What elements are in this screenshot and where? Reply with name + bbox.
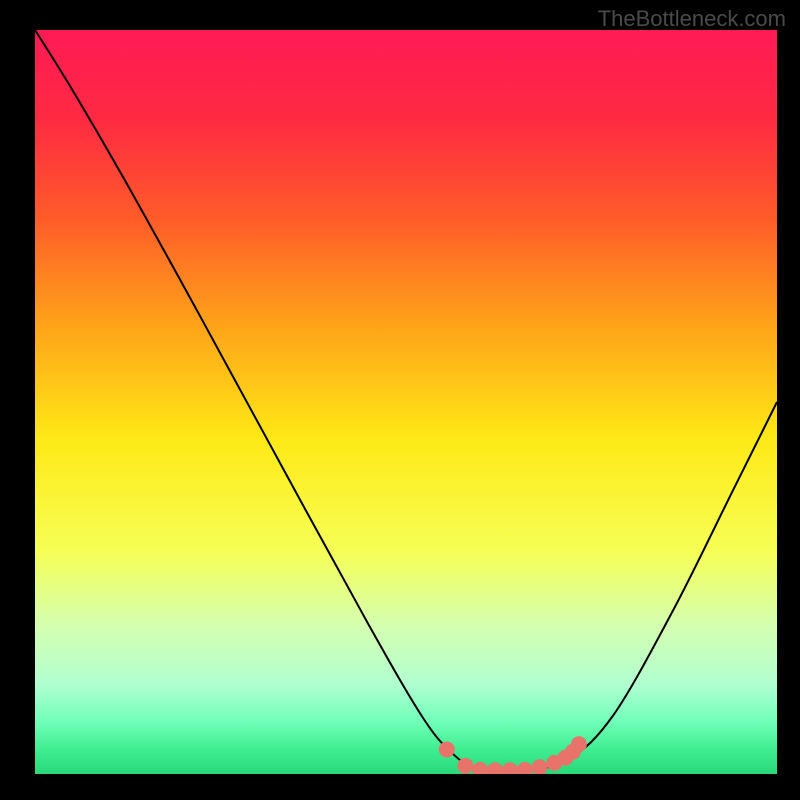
chart-container: TheBottleneck.com [0, 0, 800, 800]
watermark-label: TheBottleneck.com [598, 6, 786, 32]
background-gradient [35, 30, 777, 774]
plot-frame [35, 30, 777, 774]
